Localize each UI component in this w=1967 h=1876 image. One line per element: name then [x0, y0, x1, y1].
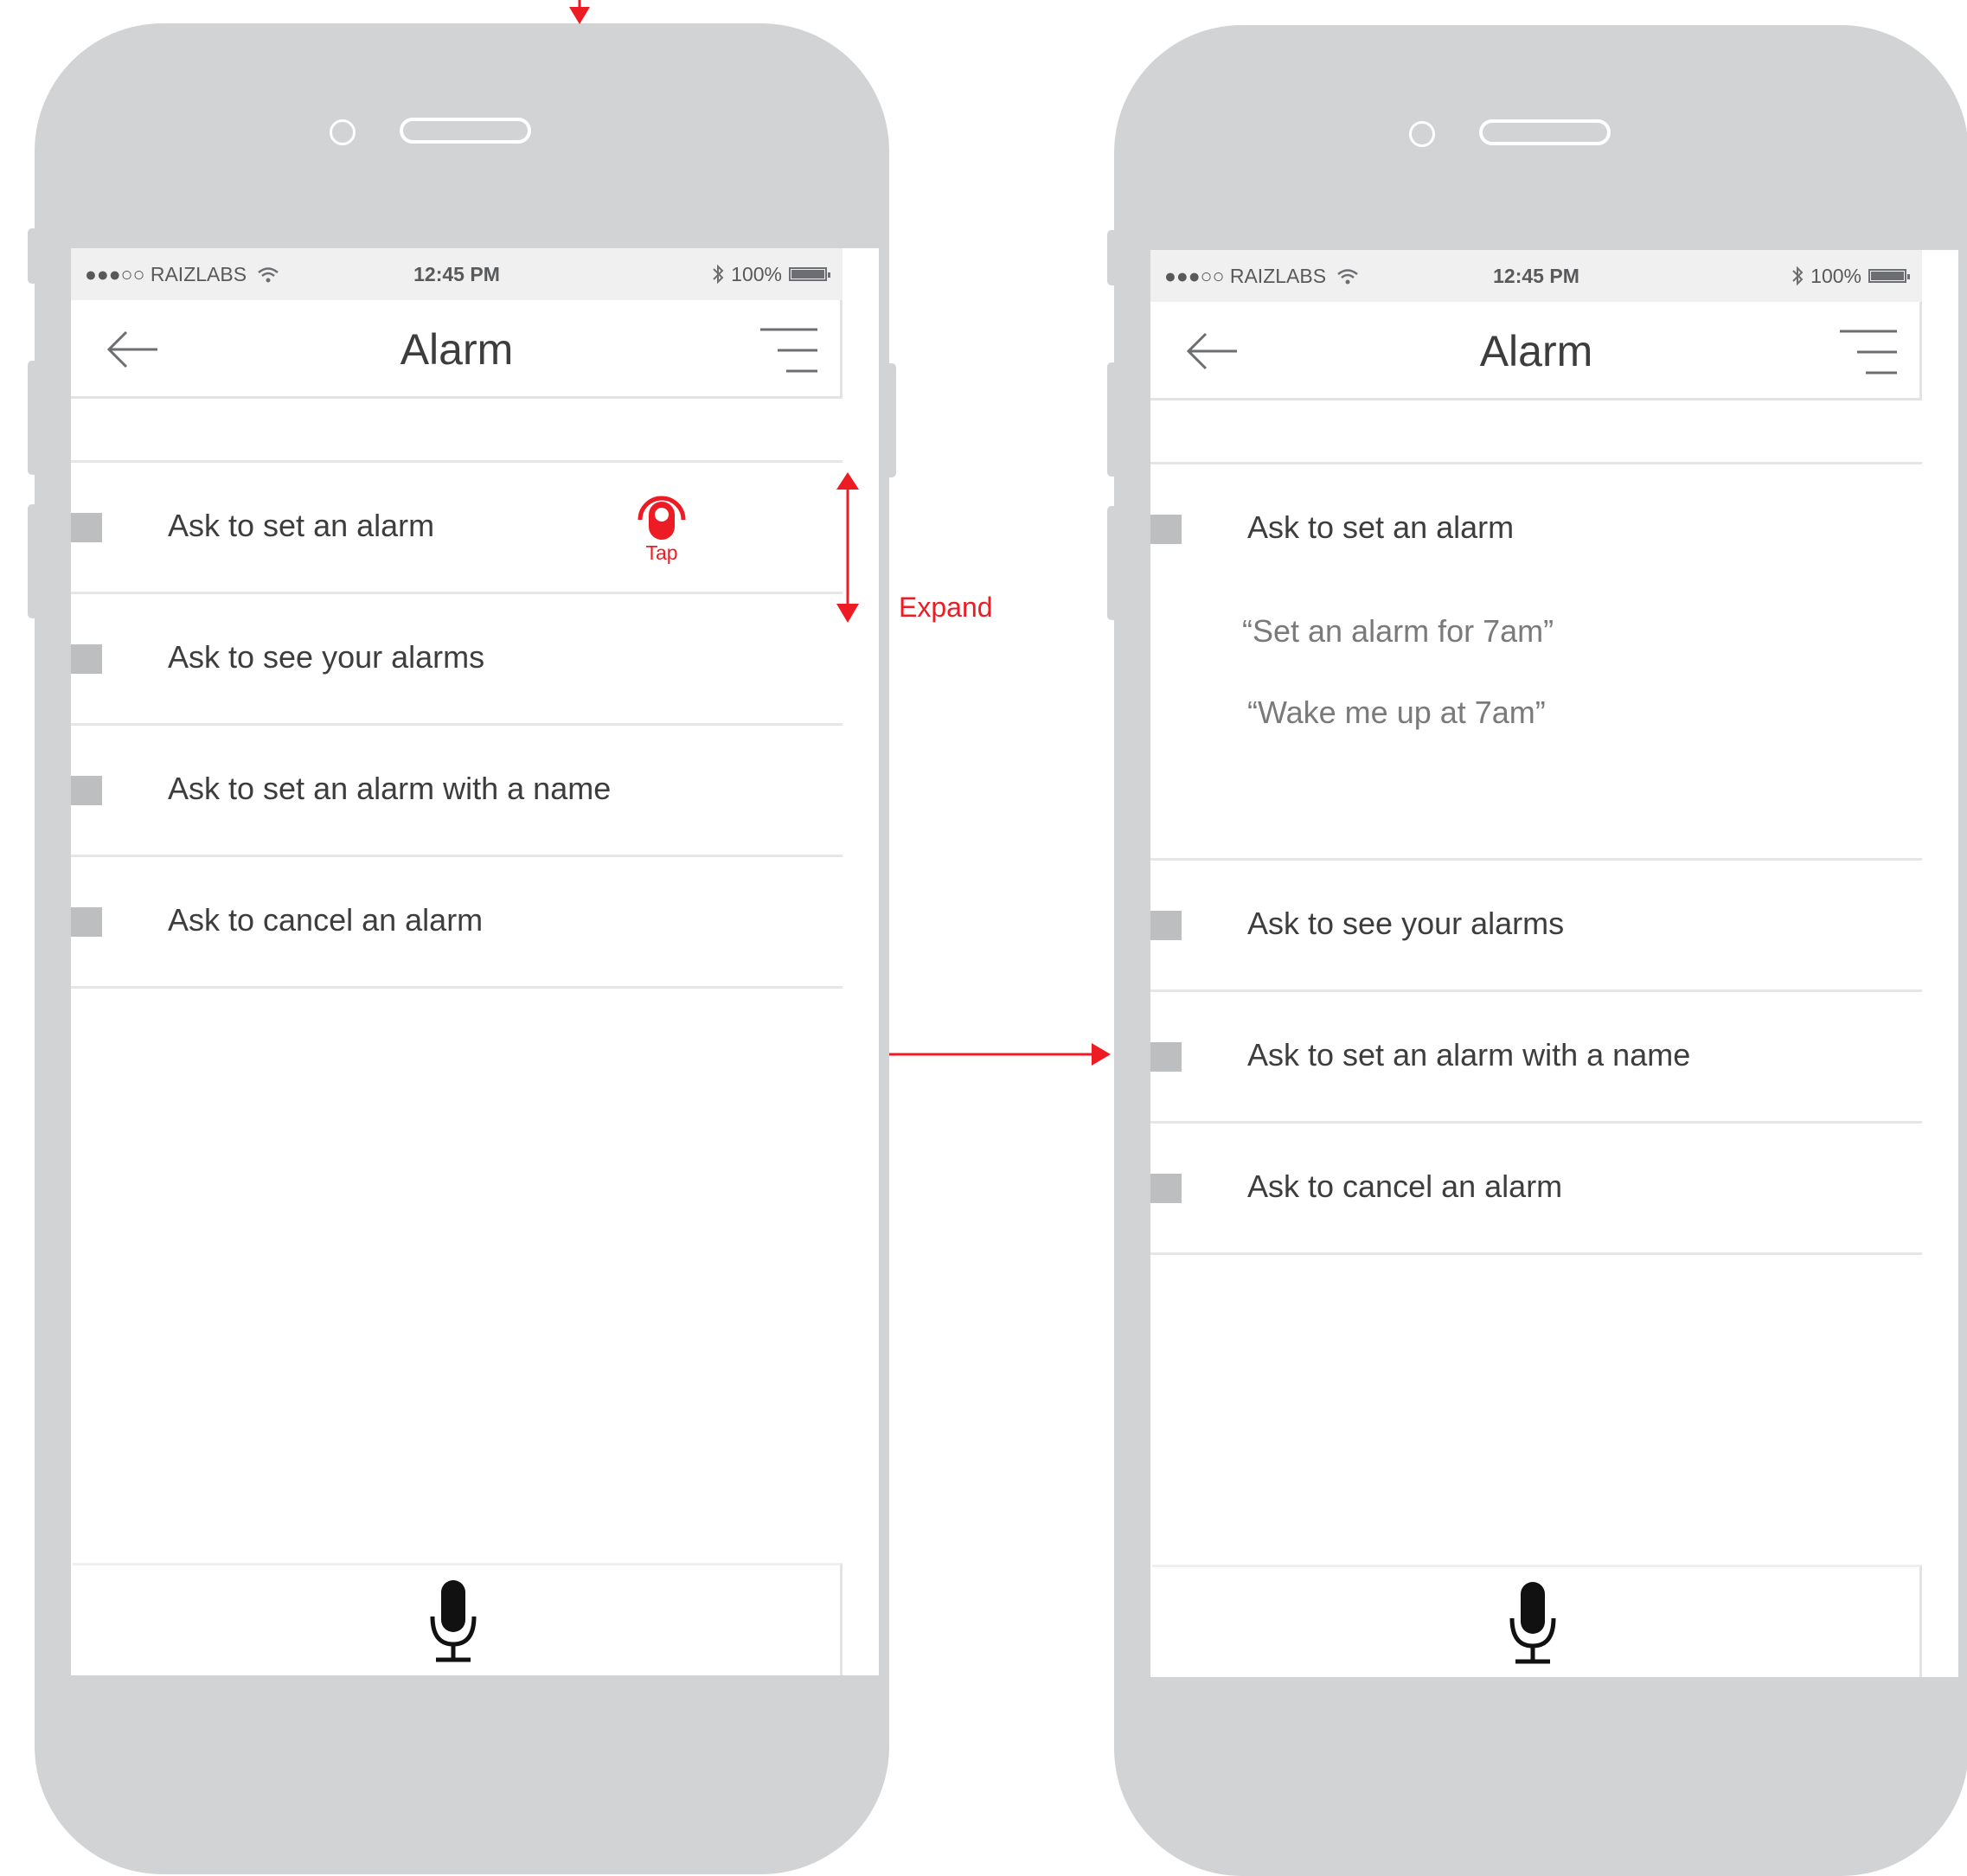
- command-list: Ask to set an alarm Ask to see your alar…: [71, 399, 879, 1575]
- item-label: Ask to cancel an alarm: [1247, 1168, 1563, 1204]
- microphone-icon[interactable]: [429, 1578, 477, 1663]
- list-item[interactable]: Ask to cancel an alarm: [71, 857, 843, 989]
- volume-down-button: [1107, 506, 1118, 620]
- item-label: Ask to set an alarm: [1247, 509, 1515, 545]
- menu-icon[interactable]: [1838, 328, 1899, 378]
- item-bullet: [1150, 1042, 1182, 1072]
- battery-percent: 100%: [731, 263, 782, 285]
- item-label: Ask to set an alarm with a name: [1247, 1037, 1691, 1072]
- battery-icon: [789, 267, 830, 281]
- list-spacer: [71, 399, 843, 463]
- tap-gesture: Tap: [631, 489, 692, 565]
- list-item[interactable]: Ask to see your alarms: [1150, 861, 1922, 992]
- transition-arrow-head: [1092, 1043, 1111, 1066]
- status-right: 100%: [712, 248, 830, 300]
- item-label: Ask to cancel an alarm: [168, 902, 484, 938]
- nav-bar: Alarm: [1150, 302, 1922, 400]
- power-button: [886, 363, 896, 477]
- item-label: Ask to see your alarms: [1247, 906, 1565, 941]
- item-label: Ask to set an alarm: [168, 508, 435, 543]
- list-item[interactable]: Ask to set an alarm: [71, 463, 843, 594]
- item-bullet: [71, 776, 102, 805]
- item-bullet: [1150, 515, 1182, 544]
- expand-label: Expand: [899, 592, 993, 623]
- volume-up-button: [28, 361, 38, 475]
- volume-down-button: [28, 504, 38, 618]
- earpiece-speaker: [1479, 119, 1611, 145]
- tap-label: Tap: [645, 541, 678, 564]
- item-bullet: [1150, 1174, 1182, 1203]
- item-bullet: [1150, 911, 1182, 940]
- item-label: Ask to set an alarm with a name: [168, 771, 612, 806]
- example-phrase: “Set an alarm for 7am”: [1242, 613, 1554, 649]
- item-label: Ask to see your alarms: [168, 639, 485, 675]
- volume-up-button: [1107, 362, 1118, 477]
- front-camera: [330, 119, 356, 145]
- list-item[interactable]: Ask to cancel an alarm: [1150, 1124, 1922, 1255]
- microphone-icon[interactable]: [1509, 1580, 1557, 1665]
- nav-bar: Alarm: [71, 300, 843, 399]
- list-item[interactable]: Ask to set an alarm with a name: [1150, 992, 1922, 1124]
- item-bullet: [71, 513, 102, 542]
- bluetooth-icon: [1792, 266, 1804, 286]
- menu-icon[interactable]: [759, 326, 819, 376]
- status-bar: ●●●○○ RAIZLABS 12:45 PM 100%: [71, 248, 843, 300]
- example-phrase: “Wake me up at 7am”: [1247, 695, 1546, 730]
- list-spacer: [1150, 400, 1922, 464]
- mute-switch: [28, 228, 38, 284]
- earpiece-speaker: [400, 118, 531, 144]
- voice-input-bar: [73, 1563, 843, 1675]
- battery-icon: [1868, 269, 1910, 283]
- list-item-expanded[interactable]: Ask to set an alarm “Set an alarm for 7a…: [1150, 464, 1922, 861]
- item-bullet: [71, 907, 102, 937]
- page-title: Alarm: [1479, 327, 1593, 375]
- status-right: 100%: [1791, 250, 1910, 302]
- phone-frame-before: ●●●○○ RAIZLABS 12:45 PM 100% Alarm Ask t…: [28, 23, 896, 1874]
- phone-frame-after: ●●●○○ RAIZLABS 12:45 PM 100% Alarm Ask t…: [1107, 25, 1967, 1876]
- screen: ●●●○○ RAIZLABS 12:45 PM 100% Alarm Ask t…: [1150, 250, 1958, 1677]
- list-item[interactable]: Ask to set an alarm with a name: [71, 726, 843, 857]
- mute-switch: [1107, 230, 1118, 285]
- screen: ●●●○○ RAIZLABS 12:45 PM 100% Alarm Ask t…: [71, 248, 879, 1675]
- status-bar: ●●●○○ RAIZLABS 12:45 PM 100%: [1150, 250, 1922, 302]
- front-camera: [1409, 121, 1435, 147]
- list-item[interactable]: Ask to see your alarms: [71, 594, 843, 726]
- tap-gesture-icon: [638, 496, 686, 540]
- voice-input-bar: [1152, 1565, 1922, 1677]
- page-title: Alarm: [400, 325, 514, 374]
- item-bullet: [71, 644, 102, 674]
- command-list: Ask to set an alarm “Set an alarm for 7a…: [1150, 400, 1958, 1577]
- battery-percent: 100%: [1810, 265, 1861, 287]
- bluetooth-icon: [713, 264, 724, 285]
- incoming-arrow-head: [569, 7, 590, 24]
